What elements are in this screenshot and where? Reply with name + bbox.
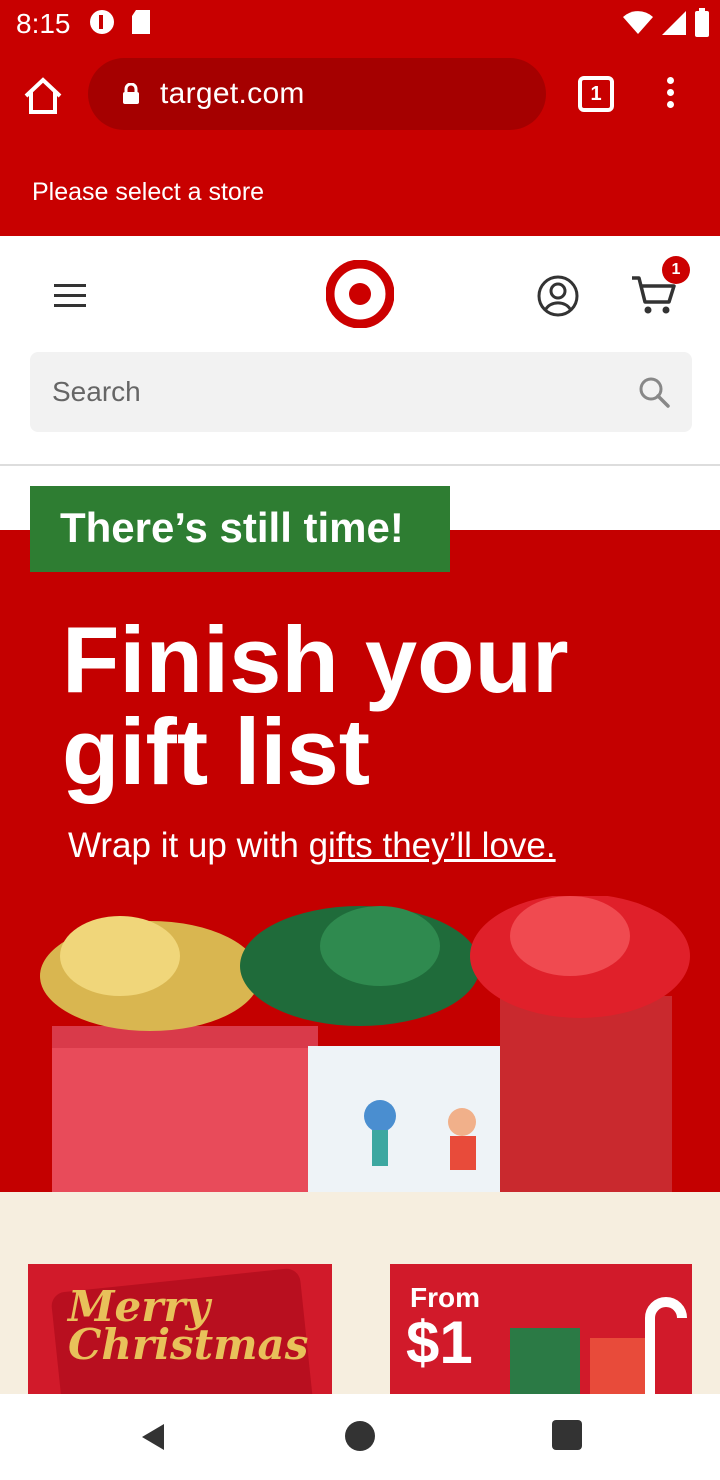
recents-icon[interactable] — [552, 1420, 582, 1450]
wifi-icon — [623, 11, 653, 34]
christmas-text-line2: Christmas — [68, 1320, 309, 1369]
cell-signal-icon — [662, 11, 686, 35]
candy-products-image — [510, 1297, 687, 1394]
hero-badge-text: There’s still time! — [60, 504, 404, 551]
android-nav-bar — [0, 1394, 720, 1480]
hero-title: Finish your gift list — [62, 607, 622, 804]
hero-title-line1: Finish your — [62, 607, 569, 712]
promo-card-christmas[interactable]: Merry Christmas — [28, 1264, 332, 1394]
lock-icon — [123, 83, 139, 104]
search-placeholder: Search — [52, 376, 141, 407]
hero-banner[interactable]: There’s still time! Finish your gift lis… — [0, 466, 720, 1192]
notification-app-icon — [90, 10, 114, 34]
overflow-menu-icon[interactable] — [658, 74, 682, 118]
christmas-card-text: Merry Christmas — [68, 1286, 309, 1369]
search-icon[interactable] — [636, 374, 672, 410]
hero-subtitle-prefix: Wrap it up with — [68, 826, 309, 865]
target-logo[interactable] — [326, 260, 394, 328]
sd-card-icon — [132, 10, 150, 34]
promo-card-from-one-dollar[interactable]: From $1 — [390, 1264, 692, 1394]
hero-subtitle: Wrap it up with gifts they’ll love. — [68, 826, 556, 866]
home-icon[interactable] — [18, 72, 68, 122]
hero-badge: There’s still time! — [30, 486, 450, 572]
hamburger-menu-icon[interactable] — [54, 284, 86, 308]
address-bar[interactable]: target.com — [88, 58, 546, 130]
nav-home-icon[interactable] — [342, 1418, 378, 1454]
tab-switcher-button[interactable]: 1 — [578, 76, 614, 112]
status-time: 8:15 — [16, 8, 71, 39]
browser-toolbar: target.com 1 — [0, 48, 720, 146]
hero-gifts-link[interactable]: gifts they’ll love. — [309, 826, 556, 865]
battery-icon — [695, 8, 709, 37]
hero-title-line2: gift list — [62, 699, 371, 804]
promo-price: $1 — [406, 1309, 473, 1376]
gift-boxes-illustration — [40, 896, 690, 1192]
site-header: 1 Search — [0, 236, 720, 466]
search-input[interactable]: Search — [30, 352, 692, 432]
back-icon[interactable] — [136, 1420, 170, 1454]
promo-section: Merry Christmas From $1 — [0, 1192, 720, 1394]
status-bar: 8:15 — [0, 0, 720, 48]
cart-count-badge: 1 — [662, 256, 690, 284]
store-selector-label: Please select a store — [32, 178, 265, 206]
account-icon[interactable] — [536, 274, 580, 318]
url-text: target.com — [160, 77, 305, 110]
store-selector[interactable]: Please select a store — [0, 146, 720, 236]
